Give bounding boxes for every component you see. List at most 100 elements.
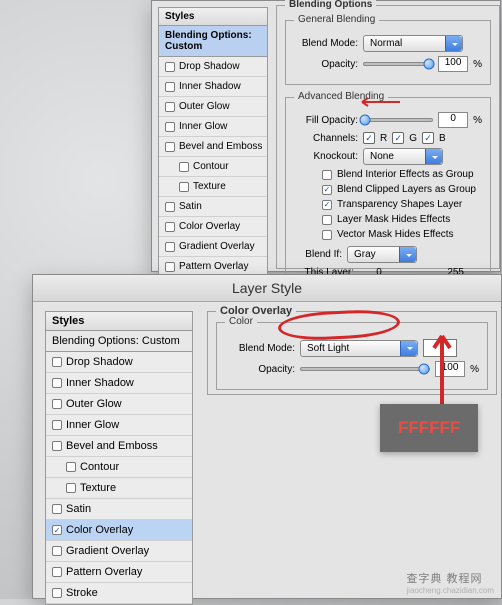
style-label: Texture [193, 181, 226, 192]
blend-interior-checkbox[interactable] [322, 170, 332, 180]
opacity-input[interactable]: 100 [438, 56, 468, 72]
style-item-drop-shadow[interactable]: Drop Shadow [46, 352, 192, 373]
style-checkbox[interactable] [66, 462, 76, 472]
style-label: Inner Shadow [66, 377, 134, 389]
blending-options-selected[interactable]: Blending Options: Custom [159, 26, 267, 57]
style-item-satin[interactable]: Satin [159, 197, 267, 217]
opt-label: Layer Mask Hides Effects [337, 214, 450, 225]
blendif-select[interactable]: Gray [347, 246, 417, 263]
style-label: Contour [80, 461, 119, 473]
knockout-select[interactable]: None [363, 148, 443, 165]
style-item-satin[interactable]: Satin [46, 499, 192, 520]
style-label: Pattern Overlay [179, 261, 248, 272]
channel-g-checkbox[interactable] [392, 132, 404, 144]
style-checkbox[interactable] [165, 82, 175, 92]
layer-style-dialog-top: Styles Blending Options: Custom Drop Sha… [151, 0, 501, 272]
opacity-slider[interactable] [363, 62, 433, 66]
fill-opacity-slider[interactable] [363, 118, 433, 122]
style-item-contour[interactable]: Contour [46, 457, 192, 478]
fill-opacity-input[interactable]: 0 [438, 112, 468, 128]
style-label: Texture [80, 482, 116, 494]
opt-label: Blend Interior Effects as Group [337, 169, 474, 180]
style-checkbox[interactable] [52, 525, 62, 535]
style-checkbox[interactable] [165, 102, 175, 112]
style-item-inner-glow[interactable]: Inner Glow [46, 415, 192, 436]
styles-list: Styles Blending Options: Custom Drop Sha… [45, 311, 193, 605]
layer-mask-hides-checkbox[interactable] [322, 215, 332, 225]
blend-mode-label: Blend Mode: [225, 343, 295, 354]
style-checkbox[interactable] [179, 162, 189, 172]
vector-mask-hides-checkbox[interactable] [322, 230, 332, 240]
style-checkbox[interactable] [52, 399, 62, 409]
style-checkbox[interactable] [52, 357, 62, 367]
style-checkbox[interactable] [52, 588, 62, 598]
channels-label: Channels: [294, 133, 358, 144]
style-label: Satin [66, 503, 91, 515]
general-blending-group: General Blending Blend Mode: Normal Opac… [285, 20, 491, 85]
channel-r-checkbox[interactable] [363, 132, 375, 144]
style-checkbox[interactable] [165, 222, 175, 232]
style-item-pattern-overlay[interactable]: Pattern Overlay [46, 562, 192, 583]
style-item-contour[interactable]: Contour [159, 157, 267, 177]
style-checkbox[interactable] [165, 242, 175, 252]
style-item-inner-shadow[interactable]: Inner Shadow [159, 77, 267, 97]
color-group-label: Color [225, 316, 257, 327]
style-item-color-overlay[interactable]: Color Overlay [46, 520, 192, 541]
style-checkbox[interactable] [179, 182, 189, 192]
style-item-drop-shadow[interactable]: Drop Shadow [159, 57, 267, 77]
blend-mode-select[interactable]: Normal [363, 35, 463, 52]
style-checkbox[interactable] [66, 483, 76, 493]
style-checkbox[interactable] [52, 420, 62, 430]
blending-options-group: Blending Options General Blending Blend … [276, 5, 500, 269]
blend-mode-label: Blend Mode: [294, 38, 358, 49]
style-label: Drop Shadow [179, 61, 240, 72]
style-item-inner-glow[interactable]: Inner Glow [159, 117, 267, 137]
style-checkbox[interactable] [52, 546, 62, 556]
style-label: Inner Glow [179, 121, 227, 132]
style-item-texture[interactable]: Texture [46, 478, 192, 499]
blending-options-row[interactable]: Blending Options: Custom [46, 331, 192, 352]
style-label: Outer Glow [179, 101, 230, 112]
style-item-inner-shadow[interactable]: Inner Shadow [46, 373, 192, 394]
style-label: Satin [179, 201, 202, 212]
style-checkbox[interactable] [165, 202, 175, 212]
style-label: Inner Glow [66, 419, 119, 431]
style-item-stroke[interactable]: Stroke [46, 583, 192, 604]
style-item-gradient-overlay[interactable]: Gradient Overlay [46, 541, 192, 562]
style-label: Color Overlay [179, 221, 240, 232]
annotation-arrow-icon [424, 328, 464, 412]
style-checkbox[interactable] [165, 122, 175, 132]
style-item-bevel-and-emboss[interactable]: Bevel and Emboss [159, 137, 267, 157]
blend-clipped-checkbox[interactable] [322, 185, 332, 195]
style-label: Pattern Overlay [66, 566, 142, 578]
style-label: Gradient Overlay [179, 241, 255, 252]
opacity-label: Opacity: [225, 364, 295, 375]
transparency-shapes-checkbox[interactable] [322, 200, 332, 210]
style-item-texture[interactable]: Texture [159, 177, 267, 197]
style-label: Color Overlay [66, 524, 133, 536]
style-checkbox[interactable] [52, 378, 62, 388]
styles-header: Styles [159, 8, 267, 26]
style-checkbox[interactable] [52, 441, 62, 451]
style-checkbox[interactable] [165, 262, 175, 272]
percent-label: % [473, 115, 482, 126]
channel-b-checkbox[interactable] [422, 132, 434, 144]
style-item-color-overlay[interactable]: Color Overlay [159, 217, 267, 237]
style-checkbox[interactable] [52, 567, 62, 577]
style-label: Drop Shadow [66, 356, 133, 368]
opacity-slider[interactable] [300, 367, 430, 371]
blendif-label: Blend If: [294, 249, 342, 260]
style-item-outer-glow[interactable]: Outer Glow [46, 394, 192, 415]
group-label: Blending Options [285, 0, 376, 10]
opt-label: Vector Mask Hides Effects [337, 229, 454, 240]
blend-mode-select[interactable]: Soft Light [300, 340, 418, 357]
style-checkbox[interactable] [165, 62, 175, 72]
advanced-blending-group: Advanced Blending Fill Opacity: 0 % Chan… [285, 97, 491, 291]
style-item-bevel-and-emboss[interactable]: Bevel and Emboss [46, 436, 192, 457]
style-checkbox[interactable] [165, 142, 175, 152]
blendif-value: Gray [354, 249, 376, 260]
style-label: Bevel and Emboss [179, 141, 262, 152]
style-checkbox[interactable] [52, 504, 62, 514]
style-item-gradient-overlay[interactable]: Gradient Overlay [159, 237, 267, 257]
style-item-outer-glow[interactable]: Outer Glow [159, 97, 267, 117]
